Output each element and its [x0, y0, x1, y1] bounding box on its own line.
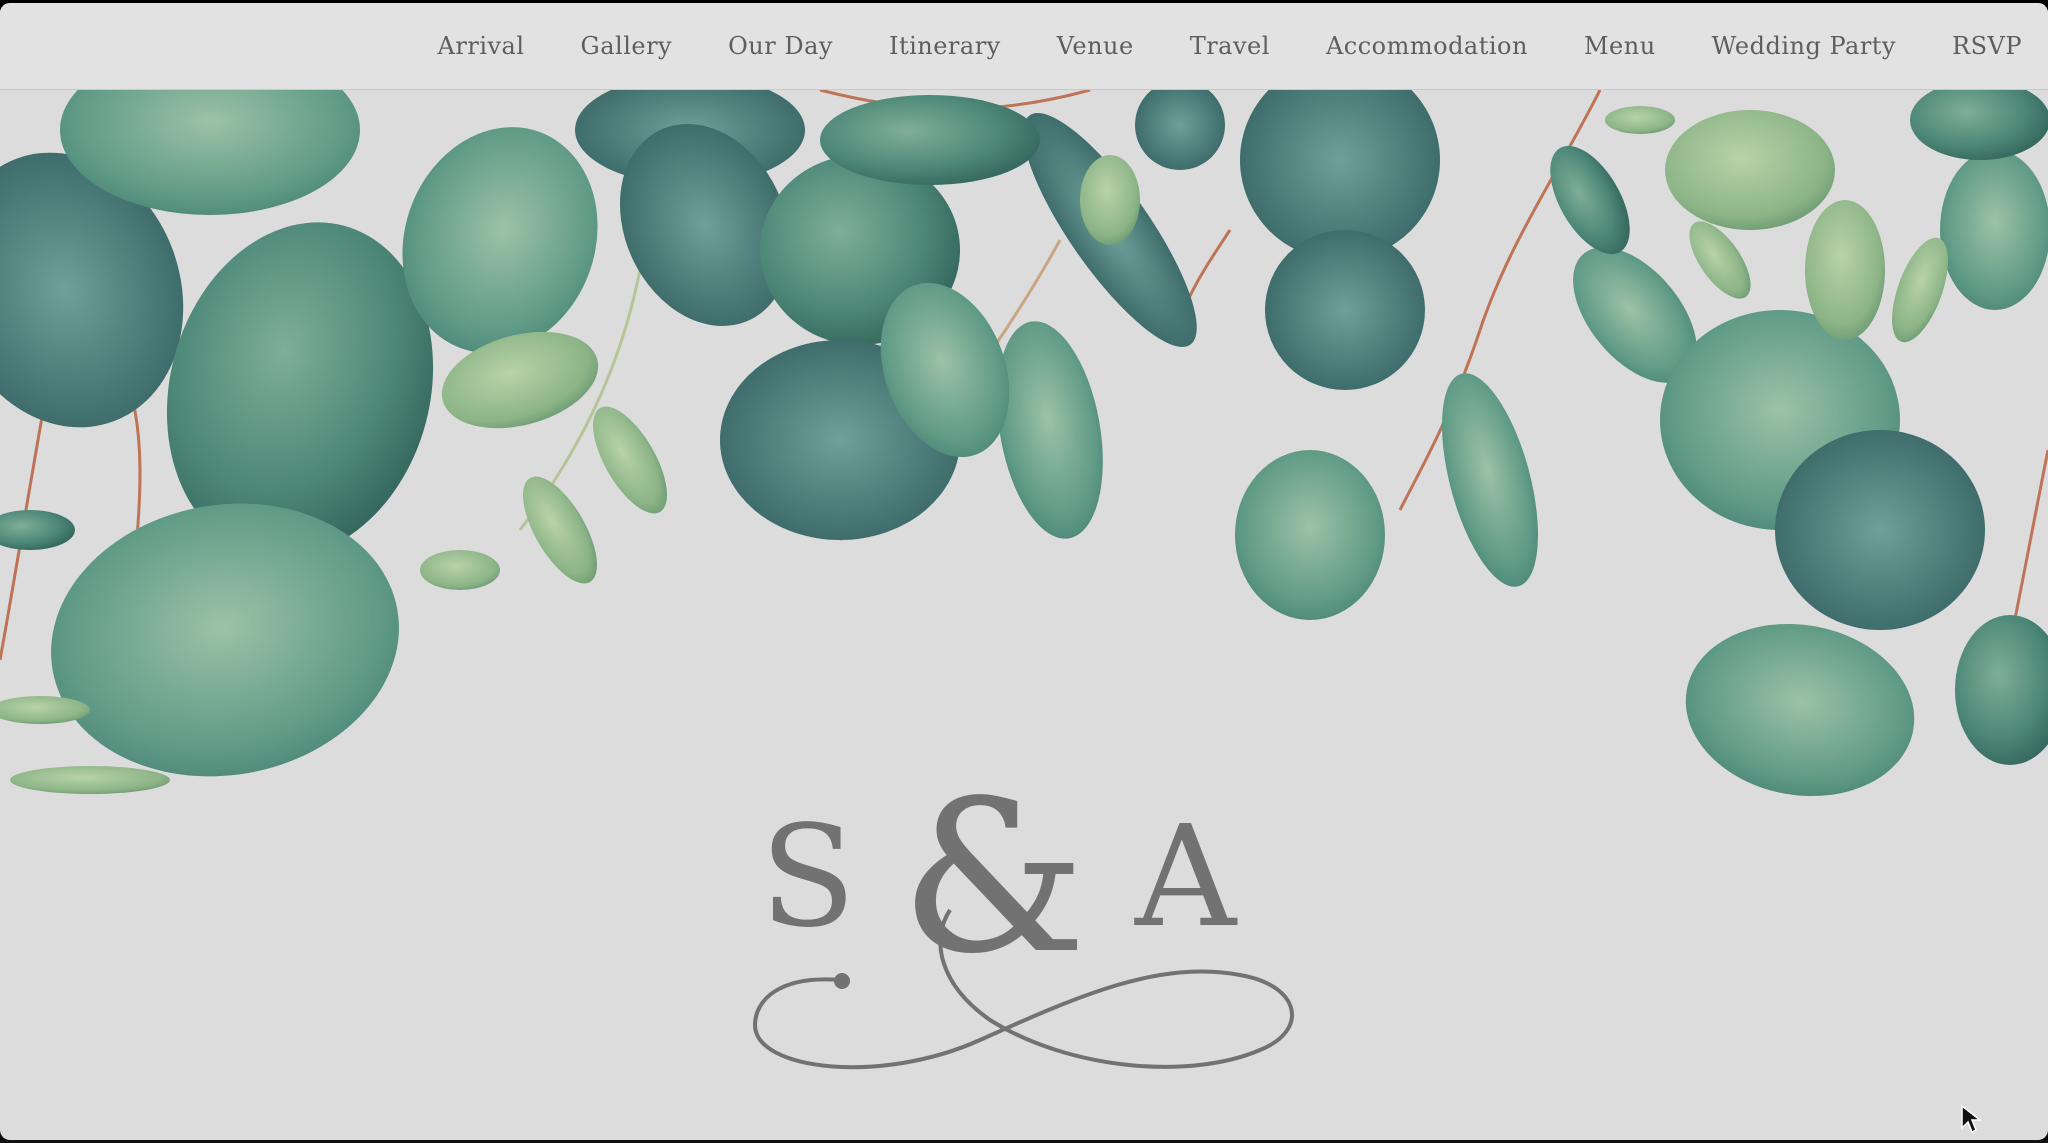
monogram-initial-s: S [760, 796, 856, 959]
nav-menu: Arrival Gallery Our Day Itinerary Venue … [410, 3, 2022, 89]
nav-item-our-day[interactable]: Our Day [700, 32, 861, 60]
flourish-dot [834, 973, 850, 989]
arrow-cursor-icon [1961, 1104, 1982, 1134]
nav-item-itinerary[interactable]: Itinerary [861, 32, 1029, 60]
nav-item-accommodation[interactable]: Accommodation [1298, 32, 1556, 60]
browser-window: Arrival Gallery Our Day Itinerary Venue … [0, 3, 2048, 1140]
monogram-logo: S & A [752, 770, 1294, 1070]
hero-section: S & A [0, 90, 2048, 1140]
nav-item-rsvp[interactable]: RSVP [1924, 32, 2022, 60]
nav-item-gallery[interactable]: Gallery [553, 32, 701, 60]
nav-item-menu[interactable]: Menu [1556, 32, 1684, 60]
nav-item-arrival[interactable]: Arrival [410, 32, 553, 60]
monogram-initial-a: A [1134, 796, 1238, 959]
nav-item-venue[interactable]: Venue [1029, 32, 1162, 60]
nav-item-wedding-party[interactable]: Wedding Party [1684, 32, 1924, 60]
nav-item-travel[interactable]: Travel [1162, 32, 1298, 60]
top-navigation-bar: Arrival Gallery Our Day Itinerary Venue … [0, 3, 2048, 90]
monogram-ampersand: & [900, 770, 1087, 1000]
